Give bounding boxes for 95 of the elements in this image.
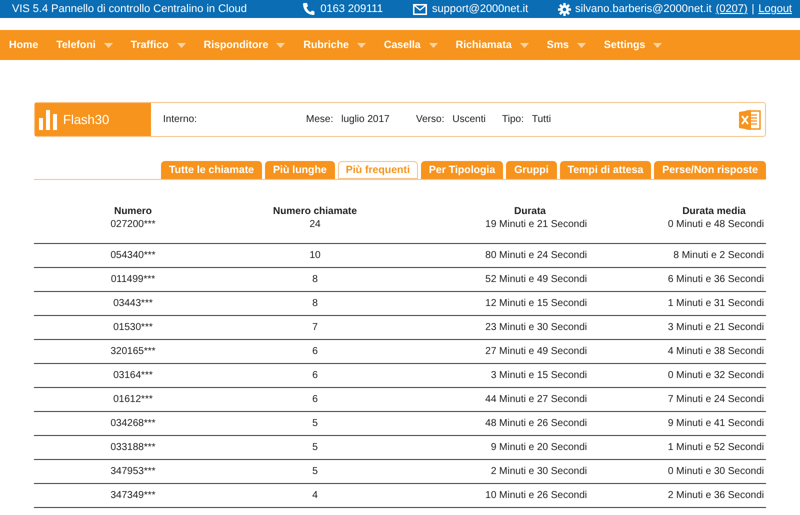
support-email: support@2000net.it (432, 3, 528, 15)
table-cell: 027200*** (34, 217, 232, 244)
table-cell: 7 Minuti e 24 Secondi (662, 388, 766, 412)
tab[interactable]: Perse/Non risposte (654, 161, 766, 179)
tab[interactable]: Gruppi (506, 161, 557, 179)
table-cell: 5 (232, 436, 398, 460)
menu-item[interactable]: Traffico (130, 39, 186, 51)
table-cell: 0 Minuti e 48 Secondi (662, 217, 766, 244)
tab[interactable]: Per Tipologia (420, 161, 504, 179)
caret-icon (104, 42, 113, 48)
table-cell: 19 Minuti e 21 Secondi (398, 217, 662, 244)
table-cell: 23 Minuti e 30 Secondi (398, 316, 662, 340)
logout-link[interactable]: Logout (758, 3, 792, 15)
table-cell: 5 (232, 460, 398, 484)
table-cell: 011499*** (34, 268, 232, 292)
column-header: Durata media (681, 205, 747, 217)
table-cell: 4 Minuti e 38 Secondi (662, 340, 766, 364)
phone-number: 0163 209111 (320, 3, 383, 15)
table-cell: 347349*** (34, 484, 232, 508)
menu-item[interactable]: Home (9, 39, 38, 51)
table-cell: 6 (232, 364, 398, 388)
table-cell: 4 (232, 484, 398, 508)
table-cell: 44 Minuti e 27 Secondi (398, 388, 662, 412)
field-label: Verso: (416, 114, 444, 125)
table-cell: 12 Minuti e 15 Secondi (398, 292, 662, 316)
table-cell: 2 Minuti e 36 Secondi (662, 484, 766, 508)
field-value: Tutti (532, 114, 551, 125)
table-cell: 8 (232, 292, 398, 316)
user-email: silvano.barberis@2000net.it (575, 3, 712, 15)
tab[interactable]: Più frequenti (338, 161, 418, 179)
table-cell: 3 Minuti e 21 Secondi (662, 316, 766, 340)
caret-icon (428, 42, 438, 48)
menu-item[interactable]: Rubriche (303, 39, 366, 51)
tab[interactable]: Tempi di attesa (560, 161, 652, 179)
table-cell: 9 Minuti e 41 Secondi (662, 412, 766, 436)
caret-icon (276, 42, 286, 48)
table-cell: 3 Minuti e 15 Secondi (398, 364, 662, 388)
column-header: Durata (513, 205, 547, 217)
table-cell: 6 Minuti e 36 Secondi (662, 268, 766, 292)
table-cell: 9 Minuti e 20 Secondi (398, 436, 662, 460)
table-cell: 80 Minuti e 24 Secondi (398, 244, 662, 268)
tab[interactable]: Tutte le chiamate (161, 161, 262, 179)
table-cell: 347953*** (34, 460, 232, 484)
excel-export-icon[interactable] (739, 108, 761, 130)
table-cell: 52 Minuti e 49 Secondi (398, 268, 662, 292)
table-cell: 24 (232, 217, 398, 244)
phone-icon (302, 2, 316, 16)
menu-item[interactable]: Risponditore (204, 39, 286, 51)
table-cell: 01612*** (34, 388, 232, 412)
table-cell: 0 Minuti e 32 Secondi (662, 364, 766, 388)
caret-icon (176, 42, 186, 48)
separator: | (751, 3, 754, 15)
user-code-link[interactable]: (0207) (716, 3, 748, 15)
table-cell: 1 Minuti e 52 Secondi (662, 436, 766, 460)
settings-icon (558, 2, 572, 16)
caret-icon (576, 42, 586, 48)
table-cell: 10 (232, 244, 398, 268)
table-cell: 6 (232, 340, 398, 364)
table-cell: 01530*** (34, 316, 232, 340)
column-header: Numero chiamate (272, 205, 358, 217)
caret-icon (520, 42, 529, 48)
table-cell: 48 Minuti e 26 Secondi (398, 412, 662, 436)
menu-item[interactable]: Casella (384, 39, 438, 51)
table-cell: 0 Minuti e 30 Secondi (662, 460, 766, 484)
menu-item[interactable]: Settings (604, 39, 662, 51)
app-title: VIS 5.4 Pannello di controllo Centralino in Cloud (12, 3, 248, 15)
mail-icon (412, 4, 427, 14)
menu-item[interactable]: Richiamata (456, 39, 529, 51)
field-label: Interno: (163, 114, 197, 125)
table-cell: 320165*** (34, 340, 232, 364)
tab[interactable]: Più lunghe (265, 161, 335, 179)
table-cell: 8 (232, 268, 398, 292)
menu-item[interactable]: Sms (546, 39, 586, 51)
table-cell: 03443*** (34, 292, 232, 316)
field-label: Tipo: (502, 114, 524, 125)
table-cell: 8 Minuti e 2 Secondi (662, 244, 766, 268)
table-cell: 7 (232, 316, 398, 340)
table-cell: 6 (232, 388, 398, 412)
menu-item[interactable]: Telefoni (56, 39, 113, 51)
table-cell: 03164*** (34, 364, 232, 388)
table-cell: 2 Minuti e 30 Secondi (398, 460, 662, 484)
table-cell: 033188*** (34, 436, 232, 460)
field-value: luglio 2017 (341, 114, 390, 125)
table-cell: 5 (232, 412, 398, 436)
caret-icon (356, 42, 366, 48)
column-header: Numero (113, 205, 153, 217)
table-cell: 10 Minuti e 26 Secondi (398, 484, 662, 508)
field-value: Uscenti (452, 114, 486, 125)
table-cell: 1 Minuti e 31 Secondi (662, 292, 766, 316)
caret-icon (653, 42, 662, 48)
table-cell: 034268*** (34, 412, 232, 436)
table-cell: 054340*** (34, 244, 232, 268)
brand-title: Flash30 (63, 112, 110, 127)
table-cell: 27 Minuti e 49 Secondi (398, 340, 662, 364)
field-label: Mese: (306, 114, 334, 125)
